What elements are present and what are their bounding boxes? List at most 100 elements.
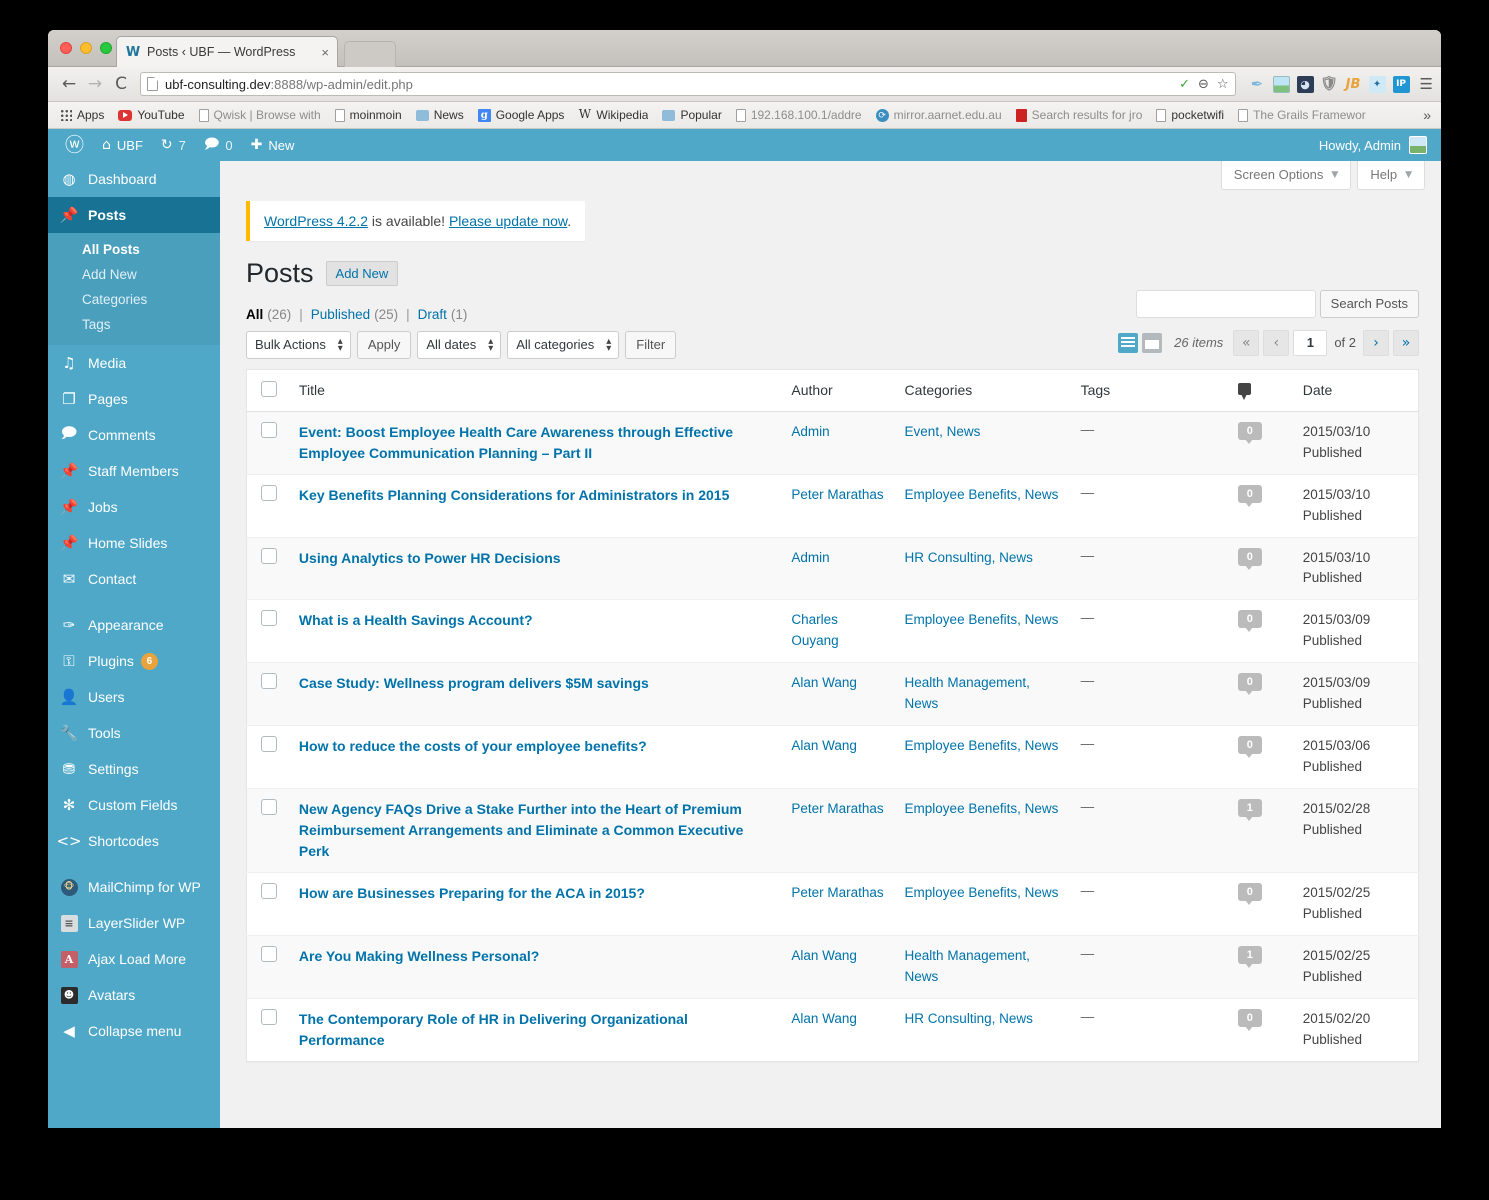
post-title-link[interactable]: The Contemporary Role of HR in Deliverin… [299,1009,771,1051]
list-view-icon[interactable] [1118,332,1139,353]
post-author-link[interactable]: Admin [791,550,829,565]
row-checkbox[interactable] [261,484,277,501]
post-categories-link[interactable]: Health Management, News [905,948,1030,984]
comment-count-badge[interactable]: 0 [1237,673,1262,696]
sidebar-item-mailchimp-for-wp[interactable]: 🐵 MailChimp for WP [48,869,220,905]
table-row[interactable]: Event: Boost Employee Health Care Awaren… [246,410,1419,475]
current-page-input[interactable]: 1 [1293,329,1328,356]
sidebar-item-staff-members[interactable]: 📌 Staff Members [48,453,220,489]
address-bar[interactable]: ubf-consulting.dev:8888/wp-admin/edit.ph… [140,72,1236,96]
table-row[interactable]: Using Analytics to Power HR Decisions Ad… [246,536,1419,600]
account-menu[interactable]: Howdy, Admin [1319,136,1433,154]
post-title-link[interactable]: How are Businesses Preparing for the ACA… [299,883,645,904]
filter-draft-link[interactable]: Draft [418,307,447,322]
prev-page-button[interactable]: ‹ [1263,329,1290,356]
updates-menu[interactable]: ↻ 7 [152,129,195,161]
filter-draft[interactable]: Draft (1) [418,307,468,322]
post-categories-link[interactable]: Health Management, News [905,675,1030,711]
sidebar-item-tools[interactable]: 🔧 Tools [48,715,220,751]
post-title-link[interactable]: What is a Health Savings Account? [299,610,533,631]
comment-count-badge[interactable]: 1 [1237,945,1262,968]
filter-all[interactable]: All (26) [246,307,291,322]
table-row[interactable]: Key Benefits Planning Considerations for… [246,473,1419,538]
post-title-link[interactable]: Key Benefits Planning Considerations for… [299,485,729,506]
post-author-link[interactable]: Alan Wang [791,675,857,690]
comment-count-badge[interactable]: 0 [1237,421,1262,444]
table-row[interactable]: Case Study: Wellness program delivers $5… [246,662,1419,726]
add-new-button[interactable]: Add New [325,261,399,287]
row-checkbox[interactable] [261,421,277,438]
post-author-link[interactable]: Alan Wang [791,948,857,963]
post-title-link[interactable]: New Agency FAQs Drive a Stake Further in… [299,799,771,862]
feather-icon[interactable]: ✒ [1249,75,1266,93]
sidebar-item-posts[interactable]: 📌 Posts [48,197,228,233]
table-row[interactable]: How to reduce the costs of your employee… [246,725,1419,789]
first-page-button[interactable]: « [1233,329,1260,356]
bookmark-router[interactable]: 192.168.100.1/addre [730,106,868,124]
back-icon[interactable]: ← [56,71,82,97]
post-author-link[interactable]: Peter Marathas [791,885,883,900]
select-all-checkbox[interactable] [261,380,277,397]
new-content-menu[interactable]: ✚ New [242,129,304,161]
row-checkbox[interactable] [261,798,277,815]
bookmark-grails[interactable]: The Grails Framewor [1232,106,1372,124]
close-window-button[interactable] [60,42,72,54]
shield-icon[interactable]: 🛡 [1320,76,1338,93]
post-categories-link[interactable]: Employee Benefits, News [905,487,1059,502]
forward-icon[interactable]: → [82,71,108,97]
post-categories-link[interactable]: Employee Benefits, News [905,801,1059,816]
table-row[interactable]: How are Businesses Preparing for the ACA… [246,871,1419,936]
sidebar-item-shortcodes[interactable]: <> Shortcodes [48,823,220,859]
sidebar-item-plugins[interactable]: ⚿ Plugins 6 [48,643,220,679]
bookmark-apps[interactable]: Apps [54,106,110,124]
post-categories-link[interactable]: Employee Benefits, News [905,612,1059,627]
comment-count-badge[interactable]: 0 [1237,610,1262,633]
bulk-actions-select[interactable]: Bulk Actions ▴ ▾ [246,330,351,359]
gear-tag-icon[interactable]: ✦ [1368,75,1386,93]
post-author-link[interactable]: Alan Wang [791,1011,857,1026]
row-checkbox[interactable] [261,1008,277,1025]
check-icon[interactable]: ✓ [1179,77,1190,92]
row-checkbox[interactable] [261,547,277,564]
header-comments[interactable] [1227,369,1293,412]
sidebar-item-add-new[interactable]: Add New [48,262,220,287]
comment-count-badge[interactable]: 0 [1237,736,1262,759]
bookmark-youtube[interactable]: YouTube [112,106,190,124]
bookmark-news[interactable]: News [410,106,470,124]
sidebar-item-settings[interactable]: ⛃ Settings [48,751,220,787]
comment-count-badge[interactable]: 0 [1237,882,1262,905]
filter-published-link[interactable]: Published [311,307,370,322]
excerpt-view-icon[interactable] [1142,332,1163,353]
post-title-link[interactable]: Event: Boost Employee Health Care Awaren… [299,422,771,464]
date-filter-select[interactable]: All dates ▴ ▾ [417,330,502,359]
bookmark-mirror[interactable]: ⟳ mirror.aarnet.edu.au [870,106,1008,124]
ip-icon[interactable]: IP [1392,75,1410,93]
sidebar-item-home-slides[interactable]: 📌 Home Slides [48,525,220,561]
comments-menu[interactable]: 🗩 0 [195,129,242,161]
comment-count-badge[interactable]: 0 [1237,1008,1262,1031]
speedometer-icon[interactable]: ◕ [1296,75,1314,93]
post-author-link[interactable]: Charles Ouyang [791,612,838,648]
sidebar-item-media[interactable]: ♫ Media [48,345,220,381]
sidebar-item-collapse-menu[interactable]: ◀ Collapse menu [48,1013,220,1049]
sidebar-item-all-posts[interactable]: All Posts [48,237,220,262]
filter-button[interactable]: Filter [625,330,677,359]
post-title-link[interactable]: Using Analytics to Power HR Decisions [299,548,561,569]
bookmark-pocketwifi[interactable]: pocketwifi [1150,106,1230,124]
row-checkbox[interactable] [261,882,277,899]
post-title-link[interactable]: How to reduce the costs of your employee… [299,736,647,757]
new-tab-button[interactable] [344,41,396,67]
wordpress-version-link[interactable]: WordPress 4.2.2 [264,213,368,229]
table-row[interactable]: What is a Health Savings Account? Charle… [246,599,1419,663]
close-icon[interactable]: × [315,45,329,60]
post-categories-link[interactable]: HR Consulting, News [905,1011,1033,1026]
bookmark-star-icon[interactable]: ☆ [1217,77,1229,92]
bookmark-search-results[interactable]: Search results for jro [1010,106,1149,124]
header-date[interactable]: Date [1292,369,1419,412]
search-input[interactable] [1135,289,1316,318]
zoom-window-button[interactable] [100,42,112,54]
filter-all-link[interactable]: All [246,307,263,322]
reload-icon[interactable]: C [108,71,134,97]
row-checkbox[interactable] [261,673,277,690]
row-checkbox[interactable] [261,736,277,753]
